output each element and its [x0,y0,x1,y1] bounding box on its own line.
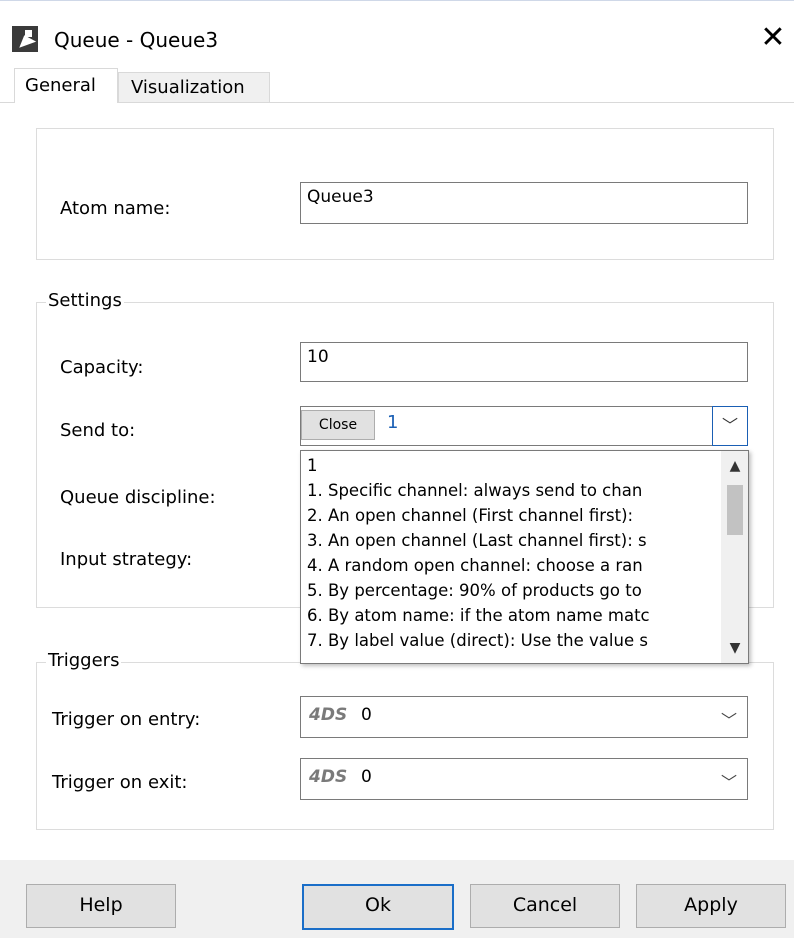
list-item[interactable]: 4. A random open channel: choose a ran [307,555,717,577]
trigger-on-exit-label: Trigger on exit: [52,772,188,793]
triggers-group [36,662,774,830]
cancel-button[interactable]: Cancel [470,884,620,928]
scrollbar-thumb[interactable] [727,485,743,535]
window-title: Queue - Queue3 [54,28,219,52]
close-window-button[interactable]: ✕ [756,20,790,58]
trigger-on-exit-value: 0 [361,767,372,787]
chevron-down-icon[interactable]: ﹀ [721,707,737,731]
list-item[interactable]: 2. An open channel (First channel first)… [307,505,717,527]
scroll-down-icon[interactable]: ▼ [721,637,748,659]
trigger-language-prefix: 4DS [309,767,348,787]
queue-discipline-label: Queue discipline: [60,487,216,508]
send-to-dropdown-list[interactable]: 1 1. Specific channel: always send to ch… [300,450,749,664]
chevron-down-icon[interactable]: ﹀ [712,406,748,446]
chevron-down-icon[interactable]: ﹀ [721,769,737,793]
send-to-label: Send to: [60,420,136,441]
input-strategy-label: Input strategy: [60,549,193,570]
list-item[interactable]: 1. Specific channel: always send to chan [307,480,717,502]
trigger-on-entry-value: 0 [361,705,372,725]
tab-strip-divider [0,102,794,103]
trigger-on-entry-combobox[interactable]: 4DS 0 ﹀ [300,696,748,738]
list-item[interactable]: 7. By label value (direct): Use the valu… [307,630,717,652]
atom-name-label: Atom name: [60,198,171,219]
settings-legend: Settings [46,290,124,311]
trigger-language-prefix: 4DS [309,705,348,725]
trigger-on-entry-label: Trigger on entry: [52,709,201,730]
triggers-legend: Triggers [46,650,122,671]
list-item[interactable]: 5. By percentage: 90% of products go to [307,580,717,602]
capacity-label: Capacity: [60,357,144,378]
list-item[interactable]: 3. An open channel (Last channel first):… [307,530,717,552]
dropdown-scrollbar[interactable]: ▲ ▼ [721,451,748,663]
list-item[interactable]: 6. By atom name: if the atom name matc [307,605,717,627]
send-to-value: 1 [387,412,399,433]
atom-name-input[interactable]: Queue3 [300,182,748,224]
help-button[interactable]: Help [26,884,176,928]
app-icon [12,26,38,52]
ok-button[interactable]: Ok [302,884,454,930]
scroll-up-icon[interactable]: ▲ [721,455,748,477]
tab-general[interactable]: General [14,68,118,103]
list-item[interactable]: 1 [307,455,717,477]
capacity-input[interactable]: 10 [300,342,748,382]
tab-visualization[interactable]: Visualization [118,72,270,102]
trigger-on-exit-combobox[interactable]: 4DS 0 ﹀ [300,758,748,800]
send-to-close-button[interactable]: Close [301,410,375,440]
apply-button[interactable]: Apply [636,884,786,928]
